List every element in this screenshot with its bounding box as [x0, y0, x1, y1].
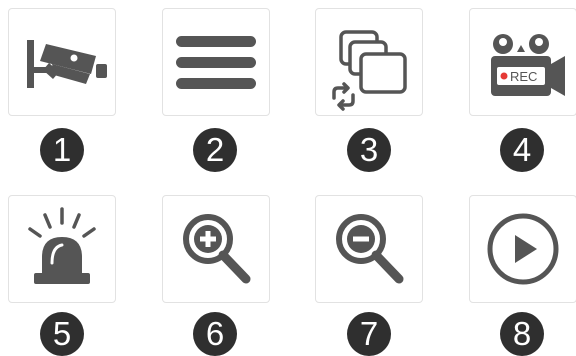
cycle-views-icon: [332, 30, 407, 111]
number-badge-8: 8: [500, 312, 544, 356]
menu-button[interactable]: [162, 8, 270, 116]
number-badge-5: 5: [40, 312, 84, 356]
security-camera-button[interactable]: [8, 8, 116, 116]
alarm-button[interactable]: [8, 195, 116, 303]
alarm-siren-icon: [28, 207, 96, 284]
zoom-in-icon: [183, 214, 251, 284]
play-button[interactable]: [469, 195, 576, 303]
cycle-views-button[interactable]: [315, 8, 423, 116]
record-camera-icon: REC: [491, 34, 565, 96]
zoom-out-button[interactable]: [315, 195, 423, 303]
zoom-in-button[interactable]: [162, 195, 270, 303]
record-button[interactable]: REC: [469, 8, 576, 116]
number-badge-2: 2: [193, 128, 237, 172]
number-badge-7: 7: [347, 312, 391, 356]
number-badge-6: 6: [193, 312, 237, 356]
hamburger-menu-icon: [176, 36, 256, 89]
security-camera-icon: [27, 40, 107, 88]
play-icon: [487, 213, 559, 285]
number-badge-4: 4: [500, 128, 544, 172]
zoom-out-icon: [336, 214, 404, 284]
number-badge-3: 3: [347, 128, 391, 172]
icon-grid: REC 1 2 3 4 5 6 7 8: [0, 0, 576, 356]
rec-label: REC: [510, 69, 537, 84]
number-badge-1: 1: [40, 128, 84, 172]
